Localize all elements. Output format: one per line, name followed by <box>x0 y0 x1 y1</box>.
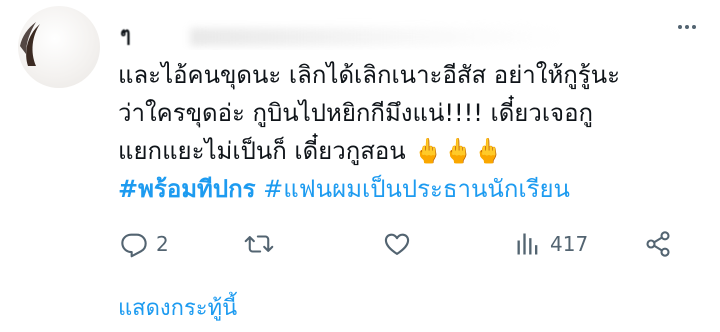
hashtag-link[interactable]: #พร้อมทีปกร <box>118 175 256 203</box>
more-icon[interactable] <box>676 16 698 38</box>
hashtags: #พร้อมทีปกร #แฟนผมเป็นประธานนักเรียน <box>118 170 570 208</box>
author-name[interactable]: ๆ <box>120 18 131 50</box>
tweet-actions: 2 417 <box>118 224 688 264</box>
avatar-image <box>20 22 40 66</box>
reply-count: 2 <box>156 232 169 256</box>
like-button[interactable] <box>382 224 412 264</box>
retweet-button[interactable] <box>244 224 274 264</box>
views-icon <box>517 233 538 255</box>
hashtag-link[interactable]: #แฟนผมเป็นประธานนักเรียน <box>263 175 570 203</box>
tweet-header: ๆ <box>120 14 560 50</box>
share-icon <box>646 231 670 257</box>
reply-button[interactable]: 2 <box>120 224 169 264</box>
tweet-text: และไอ้คนขุดนะ เลิกได้เลิกเนาะอีสัส อย่าใ… <box>118 56 708 170</box>
view-count: 417 <box>550 232 589 256</box>
heart-icon <box>384 233 410 255</box>
avatar[interactable] <box>18 6 100 88</box>
show-thread-link[interactable]: แสดงกระทู้นี้ <box>118 290 237 325</box>
retweet-icon <box>244 235 274 253</box>
tweet-line: แยกแยะไม่เป็นก็ เดี๋ยวกูสอน 🖕🖕🖕 <box>118 137 503 165</box>
share-button[interactable] <box>644 224 672 264</box>
tweet-line: ว่าใครขุดอ่ะ กูบินไปหยิกกีมึงแน่!!!! เดี… <box>118 99 594 127</box>
views-button[interactable]: 417 <box>514 224 588 264</box>
reply-icon <box>121 233 147 258</box>
redacted-handle <box>190 28 560 46</box>
tweet-line: และไอ้คนขุดนะ เลิกได้เลิกเนาะอีสัส อย่าใ… <box>118 61 620 89</box>
